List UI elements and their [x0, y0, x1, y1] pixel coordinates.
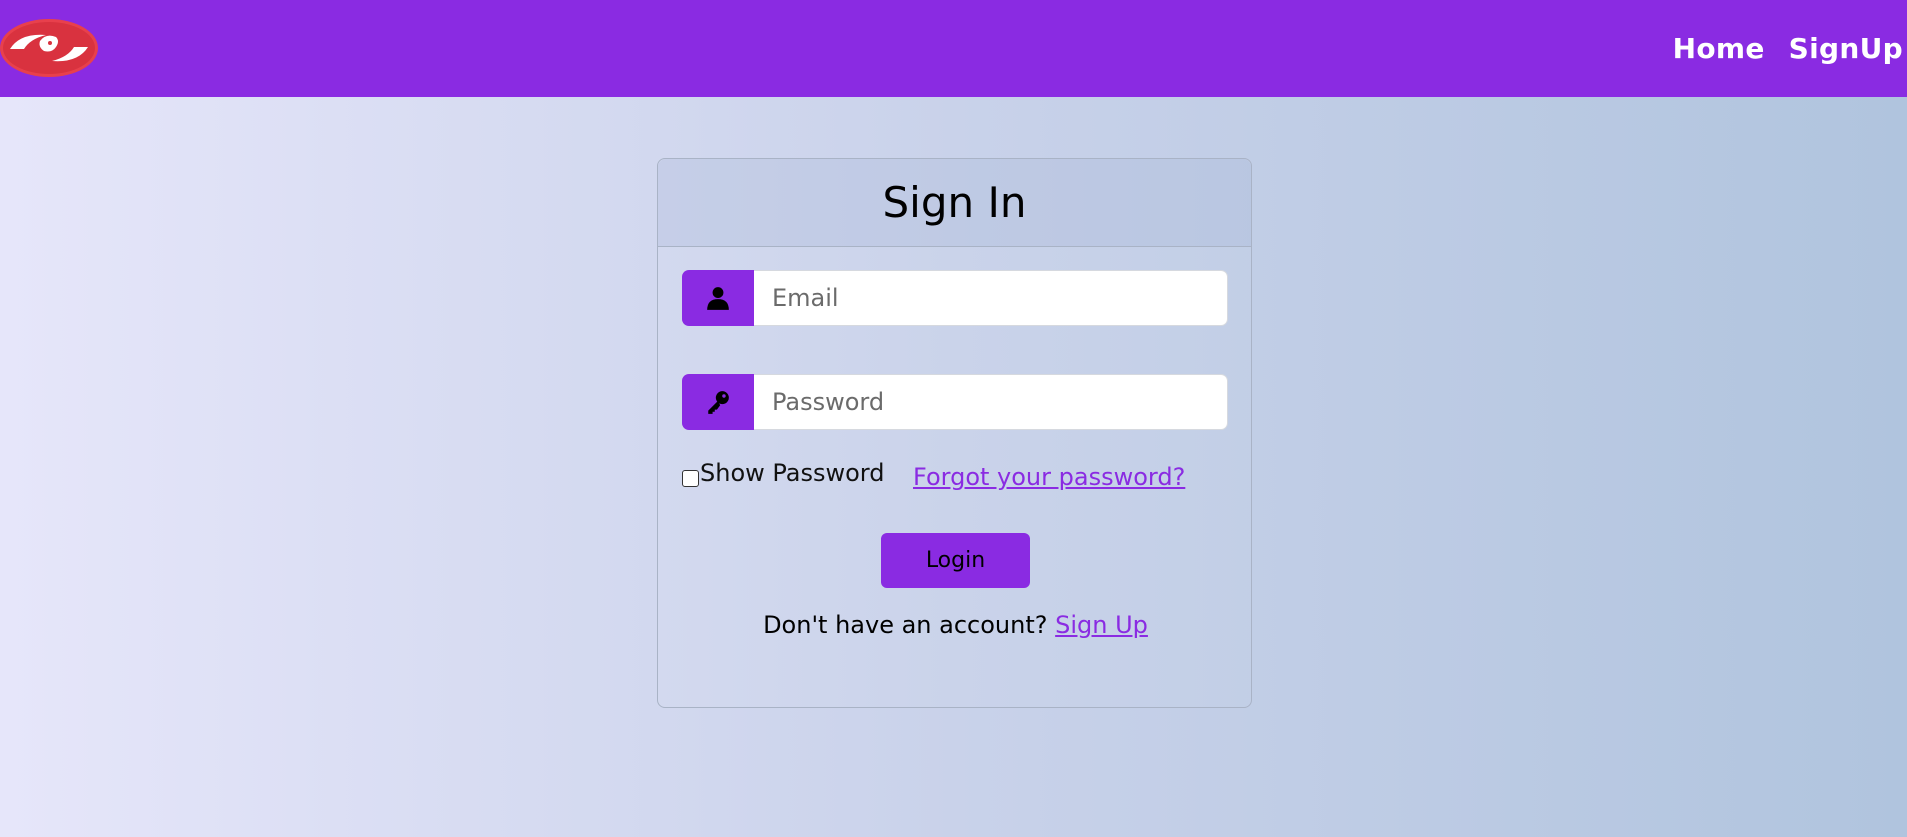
nav-signup-link[interactable]: SignUp: [1789, 32, 1903, 65]
login-button[interactable]: Login: [881, 533, 1030, 588]
signup-prompt-text: Don't have an account?: [763, 611, 1048, 639]
logo-icon[interactable]: [0, 19, 98, 77]
nav-links: Home SignUp: [1673, 0, 1903, 97]
email-field[interactable]: [754, 270, 1228, 326]
top-navbar: Home SignUp: [0, 0, 1907, 97]
page-title: Sign In: [882, 178, 1027, 227]
password-field[interactable]: [754, 374, 1228, 430]
forgot-password-link[interactable]: Forgot your password?: [913, 463, 1185, 491]
password-input-group: [682, 374, 1228, 430]
user-icon: [707, 287, 729, 310]
signup-prompt-row: Don't have an account? Sign Up: [658, 611, 1253, 639]
password-addon: [682, 374, 754, 430]
signup-link[interactable]: Sign Up: [1055, 611, 1148, 639]
email-addon: [682, 270, 754, 326]
show-password-label[interactable]: Show Password: [700, 459, 885, 487]
nav-home-link[interactable]: Home: [1673, 32, 1765, 65]
card-header: Sign In: [658, 159, 1251, 247]
options-row: Show Password Forgot your password?: [682, 457, 1228, 497]
key-icon: [708, 391, 729, 414]
email-input-group: [682, 270, 1228, 326]
signin-card: Sign In Show Password Forgot your passwo…: [657, 158, 1252, 708]
show-password-checkbox[interactable]: [682, 470, 699, 487]
